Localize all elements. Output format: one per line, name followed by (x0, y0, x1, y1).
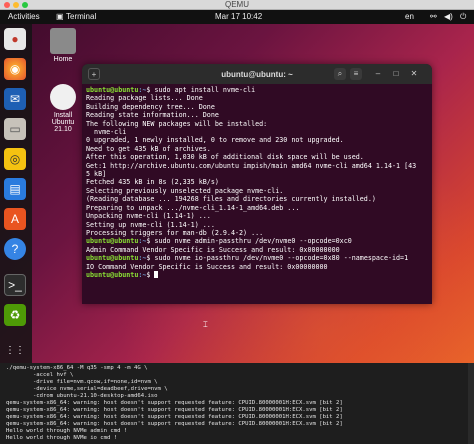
terminal-output-line: Need to get 435 kB of archives. (86, 144, 211, 153)
language-indicator[interactable]: en (405, 12, 414, 21)
clock[interactable]: Mar 17 10:42 (215, 12, 262, 21)
prompt-command: $ sudo apt install nvme-cli (146, 86, 256, 94)
home-folder-icon (50, 28, 76, 54)
desktop-home-label: Home (53, 56, 73, 63)
desktop-install-ubuntu[interactable]: Install Ubuntu 21.10 (38, 84, 88, 133)
terminal-prompt-line: ubuntu@ubuntu:~$ sudo nvme admin-passthr… (86, 237, 428, 245)
host-terminal-line: -drive file=nvm.qcow,if=none,id=nvm \ (6, 379, 158, 385)
terminal-output-line: Fetched 435 kB in 8s (2,335 kB/s) (86, 178, 219, 187)
prompt-command: $ sudo nvme io-passthru /dev/nvme0 --opc… (146, 254, 409, 263)
terminal-output-line: Reading state information... Done (86, 111, 219, 120)
mouse-pointer-icon: ⌶ (203, 320, 208, 329)
terminal-output-line: Processing triggers for man-db (2.9.4-2)… (86, 228, 264, 237)
ubuntu-desktop: Activities ▣ Terminal Mar 17 10:42 en ⚯ … (0, 10, 474, 363)
host-terminal-line: qemu-system-x86_64: warning: host doesn'… (6, 400, 343, 406)
app-menu[interactable]: Terminal (66, 12, 96, 21)
terminal-headerbar: + ubuntu@ubuntu: ~ ⌕ ≡ – □ ✕ (82, 64, 432, 84)
window-title: QEMU (225, 0, 249, 9)
rhythmbox-icon[interactable]: ◎ (4, 148, 26, 170)
host-terminal-line: -accel hvf \ (6, 372, 74, 378)
terminal-output-line: After this operation, 1,030 kB of additi… (86, 153, 364, 162)
thunderbird-icon[interactable]: ✉ (4, 88, 26, 110)
prompt-user: ubuntu@ubuntu (86, 270, 139, 279)
prompt-command: $ (146, 270, 155, 279)
host-terminal-line: qemu-system-x86_64: warning: host doesn'… (6, 414, 343, 420)
host-terminal-output[interactable]: ./qemu-system-x86_64 -M q35 -smp 4 -m 4G… (0, 363, 474, 444)
search-icon[interactable]: ⌕ (334, 68, 346, 80)
minimize-icon[interactable]: – (372, 68, 384, 80)
host-terminal-line: qemu-system-x86_64: warning: host doesn'… (6, 407, 343, 413)
host-terminal-scrollbar[interactable] (468, 363, 474, 444)
terminal-prompt-line: ubuntu@ubuntu:~$ (86, 271, 428, 279)
terminal-window[interactable]: + ubuntu@ubuntu: ~ ⌕ ≡ – □ ✕ ubuntu@ubun… (82, 64, 432, 304)
writer-icon[interactable]: ▤ (4, 178, 26, 200)
terminal-output-line: Get:1 http://archive.ubuntu.com/ubuntu i… (86, 161, 417, 170)
terminal-output[interactable]: ubuntu@ubuntu:~$ sudo apt install nvme-c… (82, 84, 432, 281)
desktop-install-label: Install Ubuntu 21.10 (51, 112, 75, 133)
terminal-output-line: Preparing to unpack .../nvme-cli_1.14-1_… (86, 203, 300, 212)
prompt-user: ubuntu@ubuntu (86, 237, 139, 246)
volume-icon[interactable]: ◀) (444, 12, 453, 21)
installer-disc-icon (50, 84, 76, 110)
host-terminal-line: -cdrom ubuntu-21.10-desktop-amd64.iso (6, 393, 158, 399)
terminal-output-line: Selecting previously unselected package … (86, 186, 284, 195)
terminal-app-icon[interactable]: ▣ (56, 12, 64, 21)
terminal-output-line: IO Command Vendor Specific is Success an… (86, 262, 328, 271)
terminal-output-line: (Reading database ... 194268 files and d… (86, 195, 376, 204)
terminal-prompt-line: ubuntu@ubuntu:~$ sudo apt install nvme-c… (86, 86, 428, 94)
menu-icon[interactable]: ≡ (350, 68, 362, 80)
prompt-command: $ sudo nvme admin-passthru /dev/nvme0 --… (146, 237, 352, 246)
power-icon[interactable]: ⏻ (460, 12, 466, 22)
terminal-output-line: nvme-cli (86, 128, 127, 137)
terminal-output-line: Setting up nvme-cli (1.14-1) ... (86, 220, 215, 229)
software-icon[interactable]: A (4, 208, 26, 230)
terminal-prompt-line: ubuntu@ubuntu:~$ sudo nvme io-passthru /… (86, 254, 428, 262)
dock: ● ◉ ✉ ▭ ◎ ▤ A ? >_ ♻ ⋮⋮ (0, 24, 32, 363)
terminal-output-line: 5 kB] (86, 170, 107, 179)
desktop-home[interactable]: Home (38, 28, 88, 63)
firefox-icon[interactable]: ◉ (4, 58, 26, 80)
show-apps-icon[interactable]: ⋮⋮ (4, 339, 26, 361)
terminal-output-line: 0 upgraded, 1 newly installed, 0 to remo… (86, 136, 344, 145)
host-terminal-line: qemu-system-x86_64: warning: host doesn'… (6, 421, 343, 427)
files-icon[interactable]: ▭ (4, 118, 26, 140)
top-panel: Activities ▣ Terminal Mar 17 10:42 en ⚯ … (0, 10, 474, 24)
text-cursor (154, 271, 159, 279)
terminal-output-line: Unpacking nvme-cli (1.14-1) ... (86, 212, 211, 221)
terminal-output-line: Admin Command Vendor Specific is Success… (86, 245, 340, 254)
terminal-output-line: Reading package lists... Done (86, 94, 203, 103)
prompt-user: ubuntu@ubuntu (86, 254, 139, 263)
host-terminal-line: Hello world through NVMe io cmd ! (6, 435, 118, 441)
network-icon[interactable]: ⚯ (430, 12, 437, 21)
host-terminal-line: -device nvme,serial=deadbeef,drive=nvm \ (6, 386, 168, 392)
maximize-icon[interactable]: □ (390, 68, 402, 80)
prompt-user: ubuntu@ubuntu (86, 86, 139, 94)
activities-button[interactable]: Activities (8, 12, 40, 21)
qemu-window-titlebar: QEMU (0, 0, 474, 10)
close-icon[interactable]: ✕ (408, 68, 420, 80)
host-terminal-line: ./qemu-system-x86_64 -M q35 -smp 4 -m 4G… (6, 365, 148, 371)
terminal-output-line: The following NEW packages will be insta… (86, 119, 268, 128)
terminal-dock-icon[interactable]: >_ (4, 274, 26, 296)
terminal-output-line: Building dependency tree... Done (86, 102, 215, 111)
trash-icon[interactable]: ♻ (4, 304, 26, 326)
help-icon[interactable]: ? (4, 238, 26, 260)
gnome-disks-icon[interactable]: ● (4, 28, 26, 50)
host-terminal-line: Hello world through NVMe admin cmd ! (6, 428, 128, 434)
